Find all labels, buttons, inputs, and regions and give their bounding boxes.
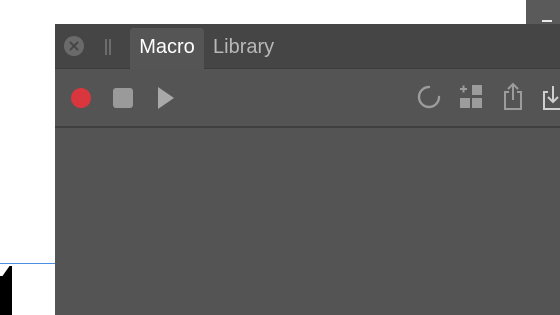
- tab-library[interactable]: Library: [213, 28, 274, 68]
- import-icon[interactable]: [541, 81, 560, 111]
- drag-handle-icon[interactable]: [105, 39, 111, 55]
- minimize-icon: [542, 20, 552, 22]
- macro-toolbar: [55, 69, 560, 128]
- screen: Macro Library: [0, 0, 560, 315]
- close-panel-button[interactable]: [64, 36, 84, 56]
- selection-guide-line: [0, 263, 56, 264]
- stop-button[interactable]: [113, 88, 133, 108]
- macro-content-area: [55, 128, 560, 315]
- share-icon[interactable]: [502, 81, 524, 111]
- play-button[interactable]: [158, 87, 174, 109]
- macro-panel: Macro Library: [55, 24, 560, 315]
- reload-icon[interactable]: [417, 85, 441, 109]
- tab-macro[interactable]: Macro: [130, 28, 204, 69]
- record-button[interactable]: [71, 88, 91, 108]
- add-grid-icon[interactable]: [458, 84, 484, 110]
- canvas-shape[interactable]: [0, 266, 12, 315]
- panel-tab-bar: Macro Library: [55, 24, 560, 69]
